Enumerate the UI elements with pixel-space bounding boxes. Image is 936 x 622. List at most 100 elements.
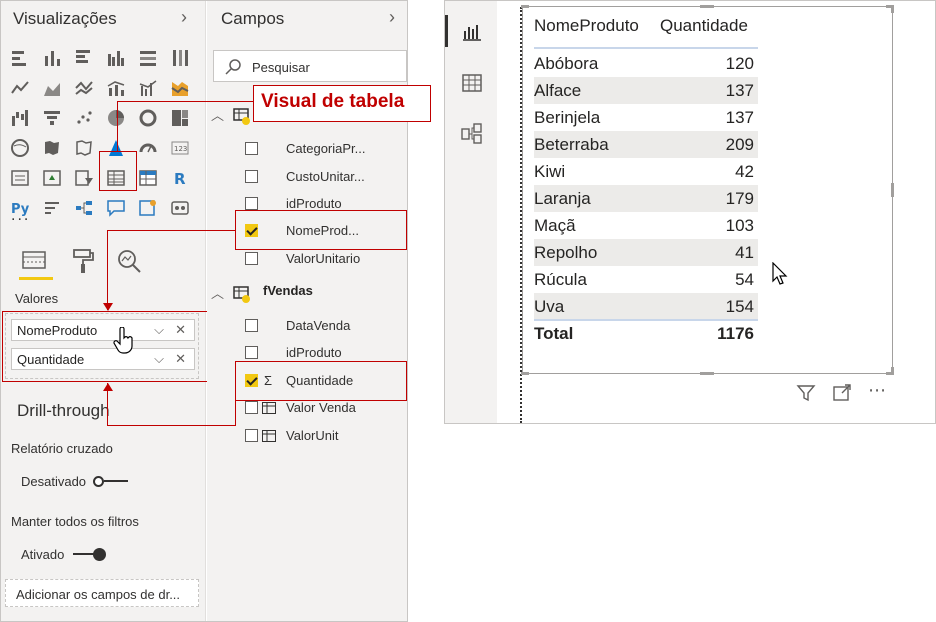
field-checkbox[interactable] — [245, 142, 258, 155]
table-row: Berinjela 137 — [534, 104, 758, 131]
line-and-clustered-column-chart-icon[interactable] — [137, 77, 159, 99]
table2-collapse-icon[interactable]: ︿ — [211, 283, 224, 302]
add-drillthrough-fields[interactable]: Adicionar os campos de dr... — [5, 579, 199, 607]
field-checkbox[interactable] — [245, 252, 258, 265]
filter-icon[interactable] — [796, 383, 816, 403]
stacked-bar-chart-icon[interactable] — [9, 47, 31, 69]
treemap-icon[interactable] — [169, 107, 191, 129]
cell-qty: 54 — [735, 270, 754, 289]
card-icon[interactable]: 123 — [169, 137, 191, 159]
analytics-magnifier-icon[interactable] — [115, 247, 143, 275]
area-chart-icon[interactable] — [41, 77, 63, 99]
cell-name: Beterraba — [534, 135, 609, 154]
qa-visual-icon[interactable] — [105, 197, 127, 219]
cell-name: Berinjela — [534, 108, 601, 127]
visual-de-tabela-callout: Visual de tabela — [253, 85, 431, 122]
table-row: Abóbora 120 — [534, 50, 758, 77]
model-view-icon[interactable] — [461, 123, 483, 145]
shape-map-icon[interactable] — [73, 137, 95, 159]
keep-filters-state: Ativado — [21, 547, 65, 562]
field-checkbox[interactable] — [245, 429, 258, 442]
cell-qty: 103 — [725, 216, 754, 235]
ribbon-chart-icon[interactable] — [169, 77, 191, 99]
column-header-nomeproduto[interactable]: NomeProduto — [534, 16, 639, 36]
more-options-icon[interactable]: ⋯ — [868, 380, 887, 401]
scatter-chart-icon[interactable] — [73, 107, 95, 129]
cell-name: Alface — [534, 81, 582, 100]
field-checkbox[interactable] — [245, 346, 258, 359]
field-checkbox[interactable] — [245, 401, 258, 414]
key-influencers-icon[interactable] — [41, 197, 63, 219]
table-row: Beterraba 209 — [534, 131, 758, 158]
gauge-icon[interactable] — [137, 137, 159, 159]
matrix-icon[interactable] — [137, 167, 159, 189]
field-row[interactable]: CategoriaPr... — [245, 141, 366, 156]
report-view-icon[interactable] — [461, 21, 483, 43]
format-paint-roller-icon[interactable] — [71, 247, 97, 275]
field-row[interactable]: CustoUnitar... — [245, 169, 365, 184]
kpi-icon[interactable] — [41, 167, 63, 189]
funnel-chart-icon[interactable] — [41, 107, 63, 129]
search-placeholder: Pesquisar — [252, 60, 310, 75]
clustered-bar-chart-icon[interactable] — [73, 47, 95, 69]
keep-filters-toggle[interactable] — [73, 546, 109, 562]
collapse-visualizations-icon[interactable]: › — [181, 7, 187, 28]
data-view-icon[interactable] — [461, 72, 483, 94]
collapse-fields-icon[interactable]: › — [389, 7, 395, 28]
field-row[interactable]: DataVenda — [245, 318, 350, 333]
more-visuals-dots[interactable]: ... — [11, 207, 30, 225]
multi-row-card-icon[interactable] — [9, 167, 31, 189]
header-underline — [534, 47, 758, 49]
field-label: Valor Venda — [286, 400, 356, 415]
clustered-column-chart-icon[interactable] — [105, 47, 127, 69]
table-row: Rúcula 54 — [534, 266, 758, 293]
map-icon[interactable] — [9, 137, 31, 159]
table-icon-highlight — [99, 151, 137, 191]
field-label: CategoriaPr... — [286, 141, 366, 156]
fields-tab-icon[interactable] — [21, 249, 49, 273]
total-value: 1176 — [717, 324, 754, 343]
smart-narrative-icon[interactable] — [137, 197, 159, 219]
field-row[interactable]: ValorUnit — [245, 428, 339, 443]
column-header-quantidade[interactable]: Quantidade — [660, 16, 748, 36]
stacked-area-chart-icon[interactable] — [73, 77, 95, 99]
donut-chart-icon[interactable] — [137, 107, 159, 129]
100-bar-chart-icon[interactable] — [137, 47, 159, 69]
cross-report-toggle[interactable] — [93, 473, 129, 489]
active-view-indicator — [445, 15, 448, 47]
calculated-column-icon — [262, 401, 276, 414]
waterfall-chart-icon[interactable] — [9, 107, 31, 129]
table2-name[interactable]: fVendas — [263, 283, 313, 298]
field-checkbox[interactable] — [245, 197, 258, 210]
quantidade-highlight — [235, 361, 407, 401]
line-and-column-chart-icon[interactable] — [105, 77, 127, 99]
search-input[interactable]: Pesquisar — [213, 50, 407, 82]
table1-icon — [233, 107, 251, 125]
decomposition-tree-icon[interactable] — [73, 197, 95, 219]
paginated-report-icon[interactable] — [169, 197, 191, 219]
table-row: Maçã 103 — [534, 212, 758, 239]
cell-qty: 154 — [725, 297, 754, 316]
field-row[interactable]: idProduto — [245, 196, 342, 211]
line-chart-icon[interactable] — [9, 77, 31, 99]
field-checkbox[interactable] — [245, 319, 258, 332]
values-label: Valores — [15, 291, 59, 306]
r-visual-icon[interactable]: R — [169, 167, 191, 189]
100-column-chart-icon[interactable] — [169, 47, 191, 69]
pie-chart-icon[interactable] — [105, 107, 127, 129]
cell-qty: 179 — [725, 189, 754, 208]
table1-collapse-icon[interactable]: ︿ — [211, 105, 224, 124]
field-row[interactable]: Valor Venda — [245, 400, 356, 415]
resize-handle[interactable] — [891, 183, 894, 197]
power-bi-panes: Visualizações › 123 R Py ... Valores Nom… — [0, 0, 431, 622]
field-row[interactable]: idProduto — [245, 345, 342, 360]
resize-handle[interactable] — [700, 5, 714, 8]
slicer-icon[interactable] — [73, 167, 95, 189]
filled-map-icon[interactable] — [41, 137, 63, 159]
stacked-column-chart-icon[interactable] — [41, 47, 63, 69]
field-checkbox[interactable] — [245, 170, 258, 183]
resize-handle[interactable] — [700, 372, 714, 375]
focus-mode-icon[interactable] — [832, 383, 852, 403]
field-row[interactable]: ValorUnitario — [245, 251, 360, 266]
cell-qty: 209 — [725, 135, 754, 154]
